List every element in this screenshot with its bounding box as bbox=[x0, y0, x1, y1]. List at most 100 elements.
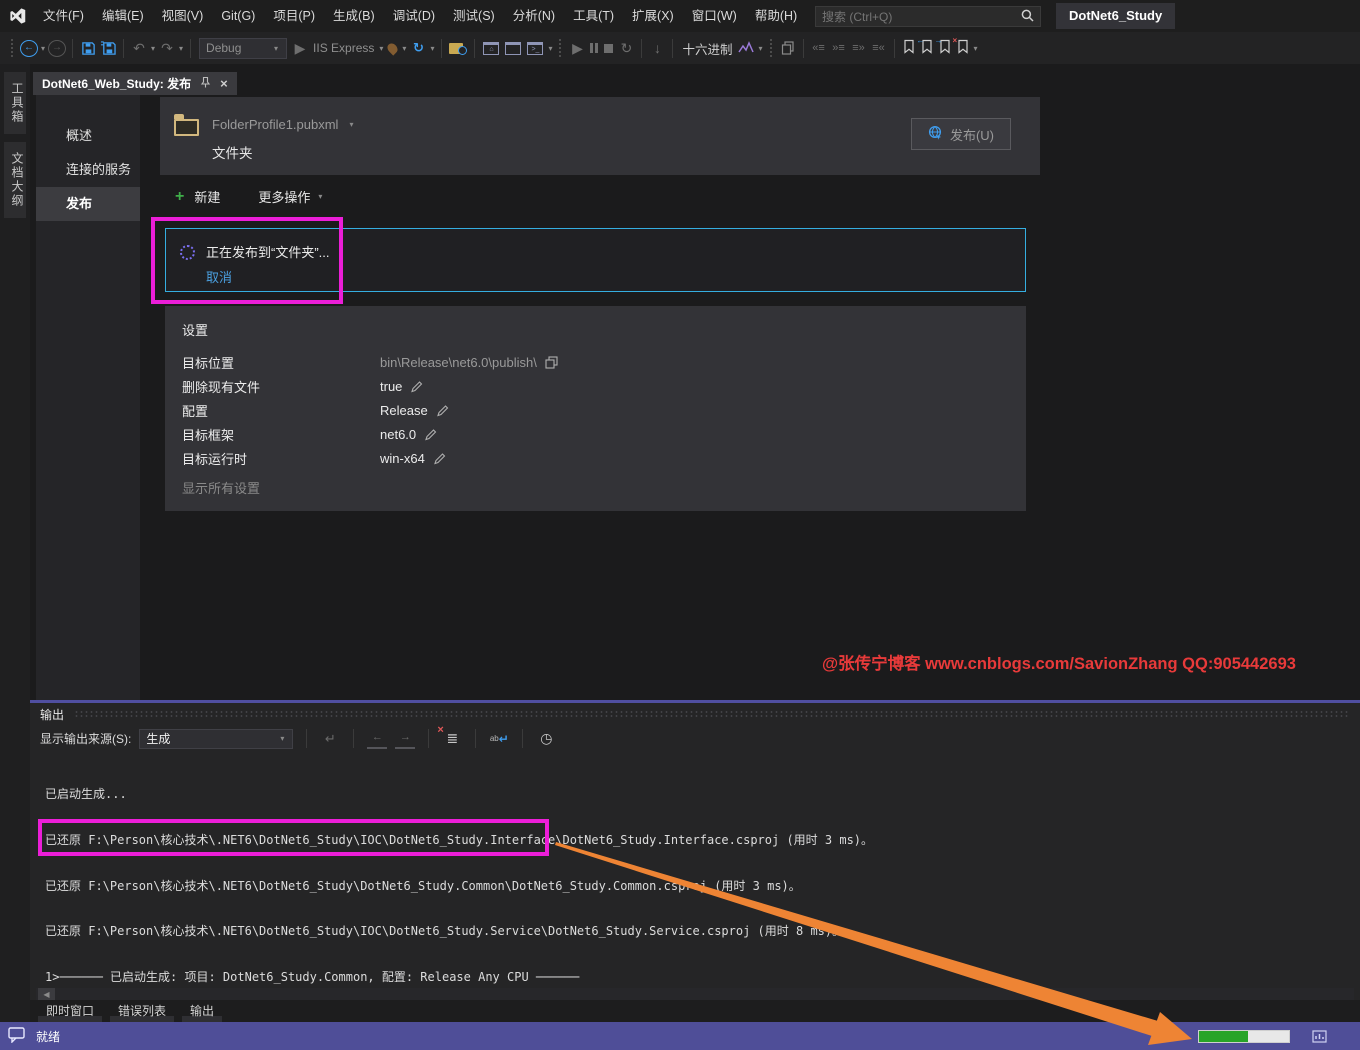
setting-row-target-runtime: 目标运行时 win-x64 bbox=[182, 446, 982, 470]
clear-bookmarks-icon[interactable]: × bbox=[956, 39, 970, 57]
format-selection-icon[interactable]: ≡« bbox=[870, 36, 888, 60]
output-line: 已启动生成... bbox=[45, 787, 1345, 802]
next-bookmark-icon[interactable]: → bbox=[938, 39, 952, 57]
menu-help[interactable]: 帮助(H) bbox=[746, 0, 806, 32]
continue-icon[interactable]: ▶ bbox=[568, 36, 586, 60]
solution-config-dropdown[interactable]: Debug▾ bbox=[199, 38, 287, 59]
save-all-icon[interactable] bbox=[99, 36, 117, 60]
new-profile-button[interactable]: 新建 bbox=[194, 187, 220, 206]
solution-explorer-window-icon[interactable]: ⌂ bbox=[483, 42, 499, 55]
toolbar-overflow-caret[interactable]: ▾ bbox=[974, 44, 978, 53]
edit-pencil-icon[interactable] bbox=[410, 380, 423, 393]
menu-project[interactable]: 项目(P) bbox=[264, 0, 324, 32]
redo-icon[interactable]: ↷ bbox=[158, 36, 176, 60]
nav-connected-services[interactable]: 连接的服务 bbox=[36, 153, 140, 187]
pause-icon[interactable] bbox=[590, 43, 598, 53]
undo-icon[interactable]: ↶ bbox=[130, 36, 148, 60]
show-all-settings-link[interactable]: 显示所有设置 bbox=[182, 478, 260, 497]
publish-button[interactable]: 发布(U) bbox=[911, 118, 1011, 150]
hot-reload-icon[interactable] bbox=[386, 41, 400, 55]
save-icon[interactable] bbox=[79, 36, 97, 60]
goto-message-icon[interactable]: ↵ bbox=[320, 729, 340, 749]
sidebar-tab-document-outline[interactable]: 文档大纲 bbox=[4, 142, 26, 218]
menu-window[interactable]: 窗口(W) bbox=[683, 0, 746, 32]
nav-overview[interactable]: 概述 bbox=[36, 119, 140, 153]
back-dropdown-caret[interactable]: ▾ bbox=[41, 44, 45, 53]
step-over-icon[interactable]: ↓ bbox=[648, 36, 666, 60]
output-source-dropdown[interactable]: 生成▾ bbox=[139, 729, 293, 749]
restart-caret[interactable]: ▾ bbox=[430, 44, 434, 53]
pin-icon[interactable] bbox=[200, 76, 211, 91]
hot-reload-caret[interactable]: ▾ bbox=[402, 44, 406, 53]
restart-debug-icon[interactable]: ↻ bbox=[617, 36, 635, 60]
more-actions-button[interactable]: 更多操作▾ bbox=[258, 187, 324, 206]
sidebar-tab-toolbox[interactable]: 工具箱 bbox=[4, 72, 26, 134]
document-tab-strip: DotNet6_Web_Study: 发布 × bbox=[30, 64, 1360, 95]
run-target-label[interactable]: IIS Express bbox=[313, 41, 374, 55]
stop-icon[interactable] bbox=[604, 44, 613, 53]
run-target-caret[interactable]: ▾ bbox=[379, 44, 383, 53]
edit-pencil-icon[interactable] bbox=[433, 452, 446, 465]
restart-app-icon[interactable]: ↻ bbox=[409, 36, 427, 60]
output-toolbar: 显示输出来源(S): 生成▾ ↵ ← → ≣ ab↵ ◷ bbox=[30, 725, 1360, 752]
menu-edit[interactable]: 编辑(E) bbox=[93, 0, 153, 32]
decrease-indent-icon[interactable]: «≡ bbox=[810, 36, 828, 60]
clear-all-icon[interactable]: ≣ bbox=[442, 729, 462, 749]
start-debug-icon[interactable]: ▶ bbox=[291, 36, 309, 60]
title-bar: 文件(F) 编辑(E) 视图(V) Git(G) 项目(P) 生成(B) 调试(… bbox=[0, 0, 1360, 32]
format-document-icon[interactable]: ≡» bbox=[850, 36, 868, 60]
background-tasks-icon[interactable] bbox=[1312, 1030, 1327, 1046]
menu-build[interactable]: 生成(B) bbox=[324, 0, 384, 32]
document-tab[interactable]: DotNet6_Web_Study: 发布 × bbox=[33, 72, 237, 95]
menu-view[interactable]: 视图(V) bbox=[153, 0, 213, 32]
menu-file[interactable]: 文件(F) bbox=[34, 0, 93, 32]
feedback-bubble-icon[interactable] bbox=[8, 1027, 26, 1046]
output-panel-header[interactable]: 输出 bbox=[30, 703, 1360, 725]
timestamp-icon[interactable]: ◷ bbox=[536, 729, 556, 749]
increase-indent-icon[interactable]: »≡ bbox=[830, 36, 848, 60]
navigate-back-icon[interactable]: ← bbox=[20, 40, 38, 57]
quick-search[interactable] bbox=[815, 6, 1041, 27]
toolbar-grip[interactable] bbox=[11, 39, 14, 57]
profile-name-dropdown[interactable]: FolderProfile1.pubxml▾ bbox=[212, 117, 355, 132]
undo-dropdown-caret[interactable]: ▾ bbox=[151, 44, 155, 53]
toolbar-grip2[interactable] bbox=[559, 39, 562, 57]
menu-extensions[interactable]: 扩展(X) bbox=[623, 0, 683, 32]
window-caret[interactable]: ▾ bbox=[548, 44, 552, 53]
output-panel: 输出 显示输出来源(S): 生成▾ ↵ ← → ≣ ab↵ ◷ 已启动生成...… bbox=[30, 700, 1360, 1000]
redo-dropdown-caret[interactable]: ▾ bbox=[179, 44, 183, 53]
menu-tools[interactable]: 工具(T) bbox=[564, 0, 623, 32]
menu-test[interactable]: 测试(S) bbox=[444, 0, 504, 32]
close-icon[interactable]: × bbox=[220, 76, 228, 91]
plus-icon: + bbox=[175, 188, 184, 206]
word-wrap-icon[interactable]: ab↵ bbox=[489, 729, 509, 749]
tab-immediate-window[interactable]: 即时窗口 bbox=[38, 1000, 102, 1022]
cancel-link[interactable]: 取消 bbox=[206, 267, 232, 286]
diagnostics-caret[interactable]: ▾ bbox=[758, 44, 762, 53]
new-window-icon[interactable] bbox=[505, 42, 521, 55]
prev-bookmark-icon[interactable]: ← bbox=[920, 39, 934, 57]
edit-pencil-icon[interactable] bbox=[436, 404, 449, 417]
copy-icon[interactable] bbox=[779, 36, 797, 60]
publish-profile-card: FolderProfile1.pubxml▾ 文件夹 发布(U) bbox=[160, 97, 1040, 175]
toolbar-grip3[interactable] bbox=[770, 39, 773, 57]
search-input[interactable] bbox=[822, 10, 1021, 24]
console-window-icon[interactable]: >_ bbox=[527, 42, 543, 55]
menu-git[interactable]: Git(G) bbox=[212, 0, 264, 32]
prev-message-icon[interactable]: ← bbox=[367, 729, 387, 749]
navigate-forward-icon[interactable]: → bbox=[48, 40, 66, 57]
copy-path-icon[interactable] bbox=[545, 356, 558, 369]
edit-pencil-icon[interactable] bbox=[424, 428, 437, 441]
panel-drag-texture[interactable] bbox=[74, 710, 1350, 718]
status-bar: 就绪 bbox=[0, 1022, 1360, 1050]
hex-display-toggle[interactable]: 十六进制 bbox=[682, 39, 732, 58]
tab-error-list[interactable]: 错误列表 bbox=[110, 1000, 174, 1022]
nav-publish[interactable]: 发布 bbox=[36, 187, 140, 221]
menu-debug[interactable]: 调试(D) bbox=[384, 0, 444, 32]
find-in-files-icon[interactable] bbox=[449, 41, 467, 55]
next-message-icon[interactable]: → bbox=[395, 729, 415, 749]
toggle-bookmark-icon[interactable] bbox=[902, 39, 916, 57]
menu-analyze[interactable]: 分析(N) bbox=[504, 0, 564, 32]
diagnostics-icon[interactable] bbox=[737, 36, 755, 60]
tab-output[interactable]: 输出 bbox=[182, 1000, 222, 1022]
